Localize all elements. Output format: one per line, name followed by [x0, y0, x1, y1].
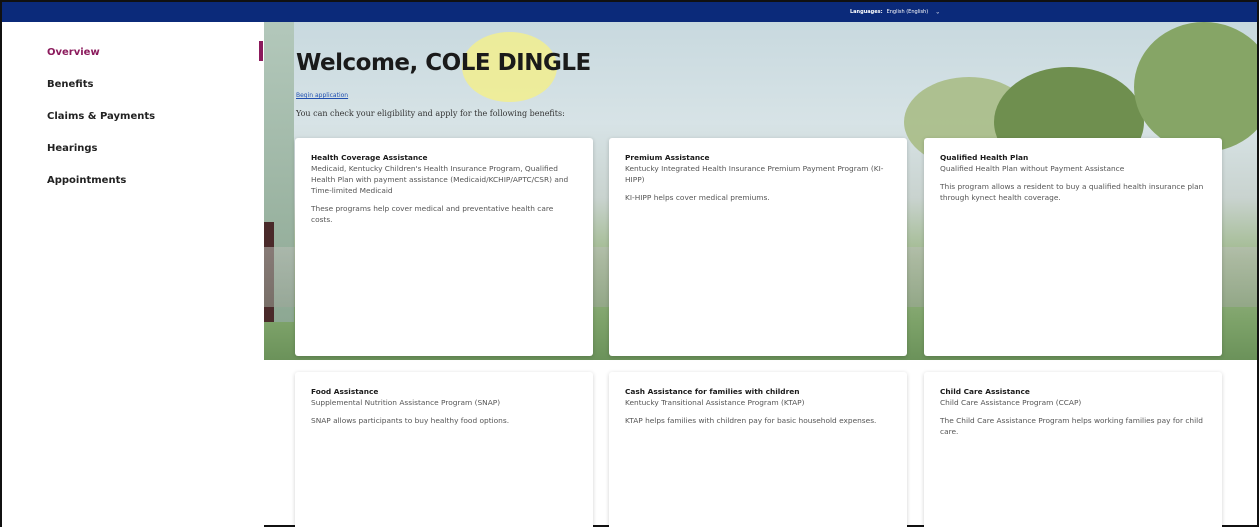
top-bar: Languages: English (English) ⌄	[2, 2, 1257, 22]
tree-illustration-right-3	[1134, 22, 1257, 152]
card-subtitle: Qualified Health Plan without Payment As…	[940, 164, 1125, 173]
card-title: Food Assistance	[311, 387, 379, 396]
chevron-down-icon[interactable]: ⌄	[935, 9, 940, 15]
benefit-card-health-coverage[interactable]: Health Coverage Assistance Medicaid, Ken…	[295, 138, 593, 356]
language-selector[interactable]: Languages: English (English) ⌄	[850, 2, 940, 22]
card-subtitle: Supplemental Nutrition Assistance Progra…	[311, 398, 501, 407]
card-title: Qualified Health Plan	[940, 153, 1029, 162]
card-title: Child Care Assistance	[940, 387, 1030, 396]
sidebar-item-hearings[interactable]: Hearings	[47, 143, 98, 154]
intro-text: You can check your eligibility and apply…	[296, 109, 565, 118]
card-subtitle: Child Care Assistance Program (CCAP)	[940, 398, 1082, 407]
sidebar-item-claims-payments[interactable]: Claims & Payments	[47, 111, 155, 122]
benefit-card-premium-assistance[interactable]: Premium Assistance Kentucky Integrated H…	[609, 138, 907, 356]
benefit-card-qualified-health-plan[interactable]: Qualified Health Plan Qualified Health P…	[924, 138, 1222, 356]
sidebar-item-appointments[interactable]: Appointments	[47, 175, 126, 186]
languages-label: Languages:	[850, 9, 883, 15]
benefit-card-food-assistance[interactable]: Food Assistance Supplemental Nutrition A…	[295, 372, 593, 527]
sidebar: Overview Benefits Claims & Payments Hear…	[2, 22, 264, 527]
card-description: KTAP helps families with children pay fo…	[625, 416, 877, 425]
begin-application-link[interactable]: Begin application	[296, 92, 348, 99]
card-subtitle: Kentucky Integrated Health Insurance Pre…	[625, 164, 884, 184]
sidebar-item-benefits[interactable]: Benefits	[47, 79, 93, 90]
language-value[interactable]: English (English)	[887, 9, 929, 15]
benefit-card-child-care-assistance[interactable]: Child Care Assistance Child Care Assista…	[924, 372, 1222, 527]
card-subtitle: Medicaid, Kentucky Children's Health Ins…	[311, 164, 569, 195]
card-description: These programs help cover medical and pr…	[311, 204, 554, 224]
card-description: KI-HIPP helps cover medical premiums.	[625, 193, 770, 202]
card-title: Health Coverage Assistance	[311, 153, 428, 162]
benefit-card-cash-assistance[interactable]: Cash Assistance for families with childr…	[609, 372, 907, 527]
main-content: Welcome, COLE DINGLE Begin application Y…	[264, 22, 1257, 527]
card-subtitle: Kentucky Transitional Assistance Program…	[625, 398, 805, 407]
card-description: This program allows a resident to buy a …	[940, 182, 1204, 202]
active-nav-indicator	[259, 41, 263, 61]
card-title: Premium Assistance	[625, 153, 710, 162]
page-title: Welcome, COLE DINGLE	[296, 50, 591, 76]
sidebar-item-overview[interactable]: Overview	[47, 47, 100, 58]
card-title: Cash Assistance for families with childr…	[625, 387, 800, 396]
card-description: The Child Care Assistance Program helps …	[940, 416, 1203, 436]
card-description: SNAP allows participants to buy healthy …	[311, 416, 510, 425]
